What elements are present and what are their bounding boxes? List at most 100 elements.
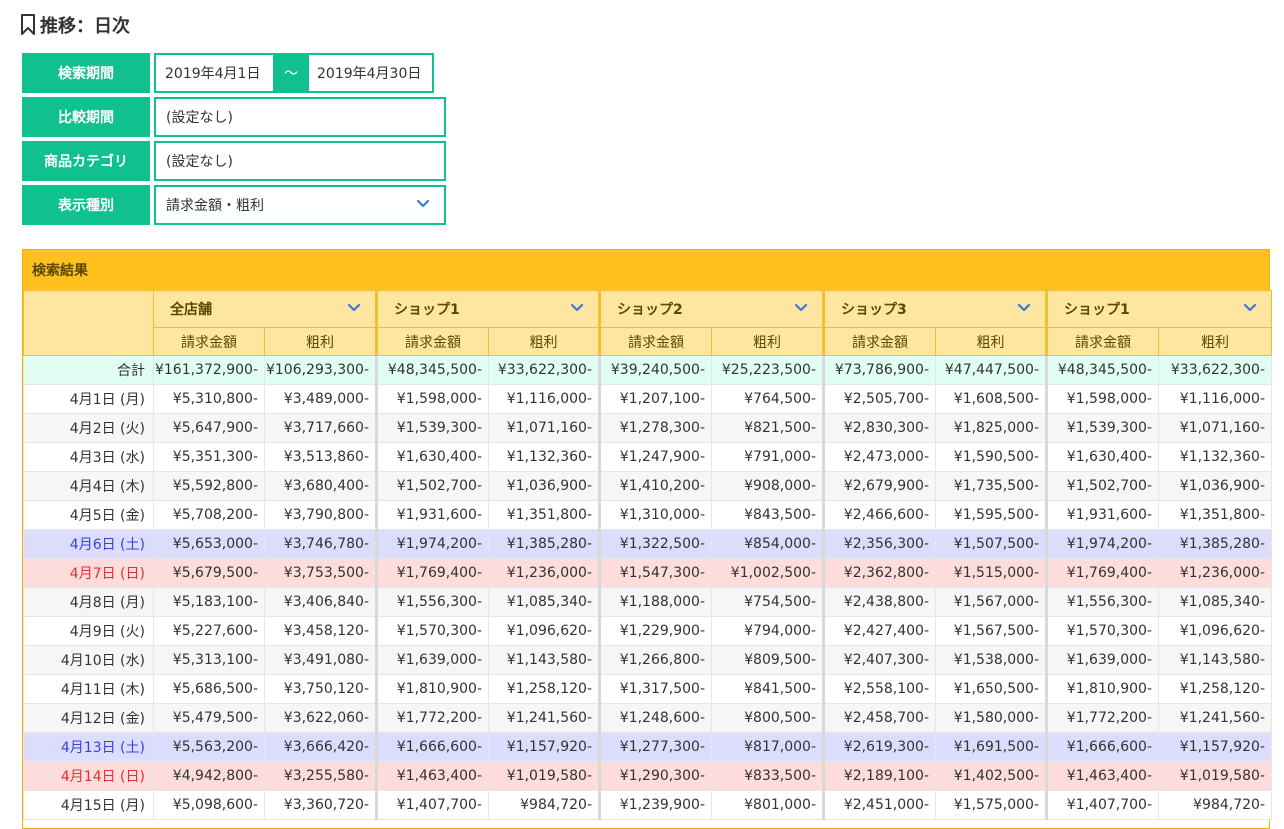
row-date-label: 4月5日 (金) [23, 500, 154, 530]
gross-profit-cell: ¥1,575,000- [935, 790, 1047, 820]
billing-amount-cell: ¥5,686,500- [153, 674, 265, 704]
billing-amount-cell: ¥1,322,500- [598, 529, 712, 559]
gross-profit-cell: ¥1,002,500- [711, 558, 824, 588]
billing-amount-cell: ¥1,639,000- [375, 645, 489, 675]
billing-amount-cell: ¥2,189,100- [822, 761, 936, 791]
billing-amount-cell: ¥1,639,000- [1045, 645, 1159, 675]
billing-amount-cell: ¥1,630,400- [1045, 442, 1159, 472]
billing-amount-cell: ¥1,278,300- [598, 413, 712, 443]
table-row: 4月1日 (月) ¥5,310,800- ¥3,489,000- ¥1,598,000… [23, 384, 1272, 414]
gross-profit-cell: ¥1,143,580- [1158, 645, 1272, 675]
bookmark-icon [20, 14, 36, 36]
date-header-cell [23, 290, 154, 356]
billing-amount-cell: ¥1,277,300- [598, 732, 712, 762]
chevron-down-icon [570, 301, 584, 317]
billing-amount-cell: ¥1,547,300- [598, 558, 712, 588]
shop-selector-3[interactable]: ショップ2 [598, 290, 824, 328]
gross-profit-cell: ¥1,116,000- [488, 384, 600, 414]
billing-amount-cell: ¥1,666,600- [1045, 732, 1159, 762]
billing-amount-cell: ¥2,438,800- [822, 587, 936, 617]
chevron-down-icon [416, 197, 430, 213]
gross-profit-cell: ¥1,071,160- [488, 413, 600, 443]
gross-profit-cell: ¥1,241,560- [1158, 703, 1272, 733]
table-row: 4月8日 (月) ¥5,183,100- ¥3,406,840- ¥1,556,300… [23, 587, 1272, 617]
category-field[interactable]: (設定なし) [154, 141, 446, 181]
shop-selector-1[interactable]: 全店舗 [153, 290, 377, 328]
period-range: 2019年4月1日 〜 2019年4月30日 [154, 53, 434, 93]
type-select[interactable]: 請求金額・粗利 [154, 185, 446, 225]
billing-amount-cell: ¥2,362,800- [822, 558, 936, 588]
gross-profit-cell: ¥33,622,300- [1158, 355, 1272, 385]
billing-amount-cell: ¥1,810,900- [1045, 674, 1159, 704]
filter-period-row: 検索期間 2019年4月1日 〜 2019年4月30日 [22, 53, 446, 93]
billing-amount-cell: ¥1,407,700- [375, 790, 489, 820]
gross-profit-cell: ¥1,157,920- [1158, 732, 1272, 762]
billing-amount-cell: ¥2,619,300- [822, 732, 936, 762]
gross-profit-cell: ¥791,000- [711, 442, 824, 472]
gross-profit-cell: ¥3,513,860- [264, 442, 377, 472]
gross-profit-cell: ¥908,000- [711, 471, 824, 501]
gross-profit-cell: ¥3,491,080- [264, 645, 377, 675]
billing-amount-cell: ¥1,290,300- [598, 761, 712, 791]
billing-amount-cell: ¥2,458,700- [822, 703, 936, 733]
period-from-field[interactable]: 2019年4月1日 [156, 63, 273, 83]
billing-amount-cell: ¥1,310,000- [598, 500, 712, 530]
table-row: 4月6日 (土) ¥5,653,000- ¥3,746,780- ¥1,974,200… [23, 529, 1272, 559]
gross-profit-cell: ¥1,241,560- [488, 703, 600, 733]
shop-header-row: 全店舗 ショップ1 ショップ2 ショップ3 ショップ1 [23, 290, 1272, 356]
billing-amount-cell: ¥2,830,300- [822, 413, 936, 443]
gross-profit-cell: ¥1,085,340- [1158, 587, 1272, 617]
billing-amount-cell: ¥1,247,900- [598, 442, 712, 472]
gross-profit-cell: ¥1,116,000- [1158, 384, 1272, 414]
billing-amount-cell: ¥1,931,600- [1045, 500, 1159, 530]
billing-amount-cell: ¥1,410,200- [598, 471, 712, 501]
table-row: 4月9日 (火) ¥5,227,600- ¥3,458,120- ¥1,570,300… [23, 616, 1272, 646]
billing-amount-cell: ¥2,505,700- [822, 384, 936, 414]
shop-name: ショップ3 [841, 302, 907, 318]
shop-name: 全店舗 [170, 302, 212, 318]
period-to-field[interactable]: 2019年4月30日 [309, 63, 421, 83]
chevron-down-icon [1017, 301, 1031, 317]
billing-amount-cell: ¥5,313,100- [153, 645, 265, 675]
billing-amount-cell: ¥5,563,200- [153, 732, 265, 762]
gross-profit-cell: ¥3,360,720- [264, 790, 377, 820]
billing-amount-cell: ¥1,598,000- [375, 384, 489, 414]
category-label: 商品カテゴリ [22, 141, 150, 181]
gross-profit-cell: ¥3,489,000- [264, 384, 377, 414]
gross-profit-cell: ¥3,750,120- [264, 674, 377, 704]
billing-amount-cell: ¥2,427,400- [822, 616, 936, 646]
gross-profit-cell: ¥1,567,000- [935, 587, 1047, 617]
gross-profit-cell: ¥1,825,000- [935, 413, 1047, 443]
gross-profit-cell: ¥1,132,360- [488, 442, 600, 472]
gross-profit-cell: ¥1,085,340- [488, 587, 600, 617]
billing-amount-cell: ¥5,647,900- [153, 413, 265, 443]
row-date-label: 4月14日 (日) [23, 761, 154, 791]
billing-amount-cell: ¥5,708,200- [153, 500, 265, 530]
billing-amount-cell: ¥2,451,000- [822, 790, 936, 820]
gross-profit-cell: ¥800,500- [711, 703, 824, 733]
compare-label: 比較期間 [22, 97, 150, 137]
gross-profit-cell: ¥1,402,500- [935, 761, 1047, 791]
gross-profit-cell: ¥3,746,780- [264, 529, 377, 559]
shop-selector-2[interactable]: ショップ1 [375, 290, 600, 328]
gross-profit-header: 粗利 [488, 327, 600, 356]
gross-profit-cell: ¥1,595,500- [935, 500, 1047, 530]
billing-amount-cell: ¥1,974,200- [1045, 529, 1159, 559]
billing-amount-header: 請求金額 [153, 327, 265, 356]
row-date-label: 4月12日 (金) [23, 703, 154, 733]
billing-amount-cell: ¥1,931,600- [375, 500, 489, 530]
gross-profit-cell: ¥1,071,160- [1158, 413, 1272, 443]
compare-field[interactable]: (設定なし) [154, 97, 446, 137]
billing-amount-cell: ¥39,240,500- [598, 355, 712, 385]
gross-profit-cell: ¥817,000- [711, 732, 824, 762]
billing-amount-header: 請求金額 [598, 327, 712, 356]
gross-profit-cell: ¥1,590,500- [935, 442, 1047, 472]
table-row: 4月10日 (水) ¥5,313,100- ¥3,491,080- ¥1,639,00… [23, 645, 1272, 675]
billing-amount-cell: ¥1,502,700- [1045, 471, 1159, 501]
billing-amount-cell: ¥1,502,700- [375, 471, 489, 501]
billing-amount-cell: ¥5,653,000- [153, 529, 265, 559]
gross-profit-cell: ¥3,717,660- [264, 413, 377, 443]
shop-selector-4[interactable]: ショップ3 [822, 290, 1047, 328]
gross-profit-cell: ¥25,223,500- [711, 355, 824, 385]
shop-selector-5[interactable]: ショップ1 [1045, 290, 1272, 328]
